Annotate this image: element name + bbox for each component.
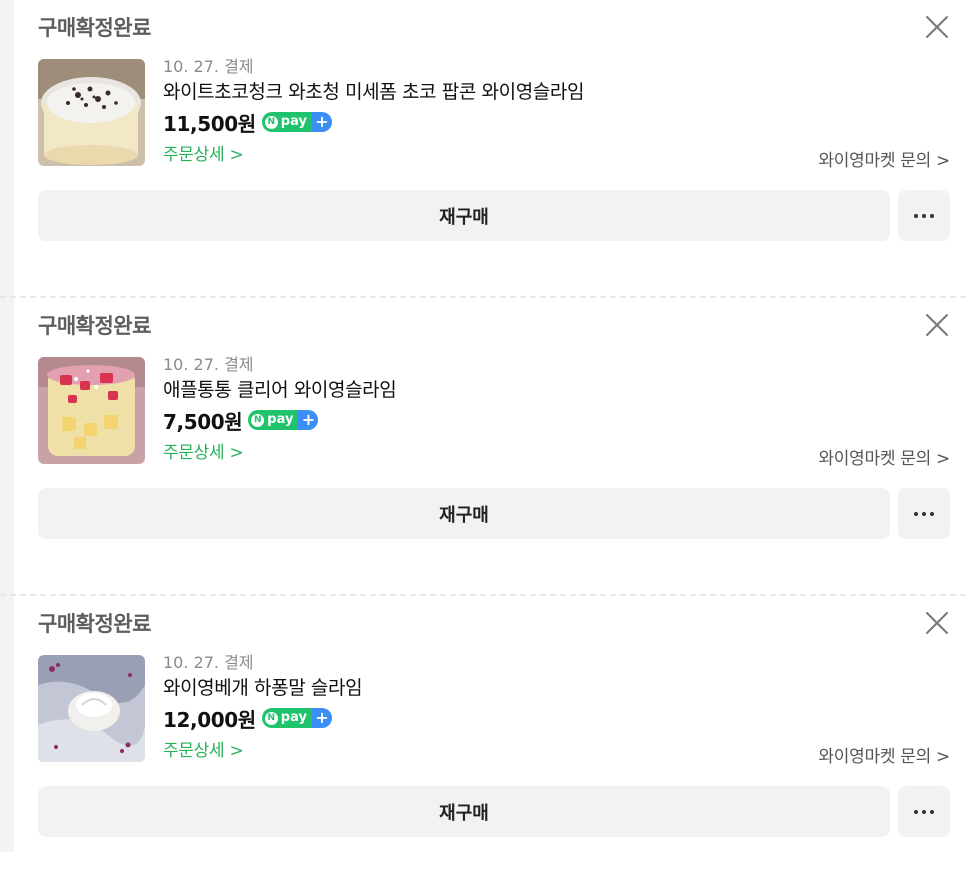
product-thumbnail[interactable]: [38, 655, 145, 762]
order-detail-link[interactable]: 주문상세 >: [163, 438, 244, 463]
pay-date: 10. 27. 결제: [163, 355, 254, 374]
price-row: 11,500원 Npay +: [163, 107, 950, 137]
more-dots-icon: [914, 511, 934, 516]
npay-plus-icon: +: [298, 410, 319, 430]
product-name[interactable]: 와이영베개 하퐁말 슬라임: [163, 674, 950, 702]
price: 7,500원: [163, 409, 243, 434]
price-row: 12,000원 Npay +: [163, 703, 950, 733]
more-options-button[interactable]: [898, 190, 950, 241]
npay-badge-icon: Npay +: [261, 708, 332, 728]
seller-inquiry-link[interactable]: 와이영마켓 문의 >: [818, 444, 950, 469]
more-options-button[interactable]: [898, 786, 950, 837]
order-card-body: 구매확정완료: [38, 0, 950, 296]
seller-inquiry-link[interactable]: 와이영마켓 문의 >: [818, 146, 950, 171]
npay-plus-icon: +: [311, 708, 332, 728]
order-list: 구매확정완료 10. 27. 결제 와이트초코청크 와초청 미세폼 초코 팝콘 …: [0, 0, 966, 892]
price-row: 7,500원 Npay +: [163, 405, 950, 435]
order-detail-link[interactable]: 주문상세 >: [163, 736, 244, 761]
order-status: 구매확정완료: [38, 16, 151, 40]
product-thumbnail[interactable]: [38, 59, 145, 166]
rebuy-button[interactable]: 재구매: [38, 488, 890, 539]
product-name[interactable]: 애플통통 클리어 와이영슬라임: [163, 376, 950, 404]
product-thumbnail[interactable]: [38, 357, 145, 464]
npay-label: pay: [280, 710, 307, 725]
pay-date: 10. 27. 결제: [163, 57, 254, 76]
close-icon[interactable]: [924, 312, 950, 338]
order-card: 구매확정완료: [0, 296, 966, 594]
close-icon[interactable]: [924, 14, 950, 40]
npay-label: pay: [267, 412, 294, 427]
price: 12,000원: [163, 707, 256, 732]
npay-badge-icon: Npay +: [248, 410, 319, 430]
npay-plus-icon: +: [311, 112, 332, 132]
rebuy-button[interactable]: 재구매: [38, 786, 890, 837]
close-icon[interactable]: [924, 610, 950, 636]
order-detail-link[interactable]: 주문상세 >: [163, 140, 244, 165]
price: 11,500원: [163, 111, 256, 136]
order-status: 구매확정완료: [38, 314, 151, 338]
npay-label: pay: [280, 114, 307, 129]
order-card-body: 구매확정완료 10. 27. 결제 와이영베개 하퐁말 슬라임 12,000원 …: [38, 596, 950, 892]
product-name[interactable]: 와이트초코청크 와초청 미세폼 초코 팝콘 와이영슬라임: [163, 78, 950, 106]
order-card: 구매확정완료: [0, 0, 966, 296]
order-status: 구매확정완료: [38, 612, 151, 636]
more-options-button[interactable]: [898, 488, 950, 539]
order-card: 구매확정완료 10. 27. 결제 와이영베개 하퐁말 슬라임 12,000원 …: [0, 594, 966, 892]
more-dots-icon: [914, 809, 934, 814]
rebuy-button[interactable]: 재구매: [38, 190, 890, 241]
seller-inquiry-link[interactable]: 와이영마켓 문의 >: [818, 742, 950, 767]
npay-badge-icon: Npay +: [261, 112, 332, 132]
more-dots-icon: [914, 213, 934, 218]
pay-date: 10. 27. 결제: [163, 653, 254, 672]
order-card-body: 구매확정완료: [38, 298, 950, 594]
